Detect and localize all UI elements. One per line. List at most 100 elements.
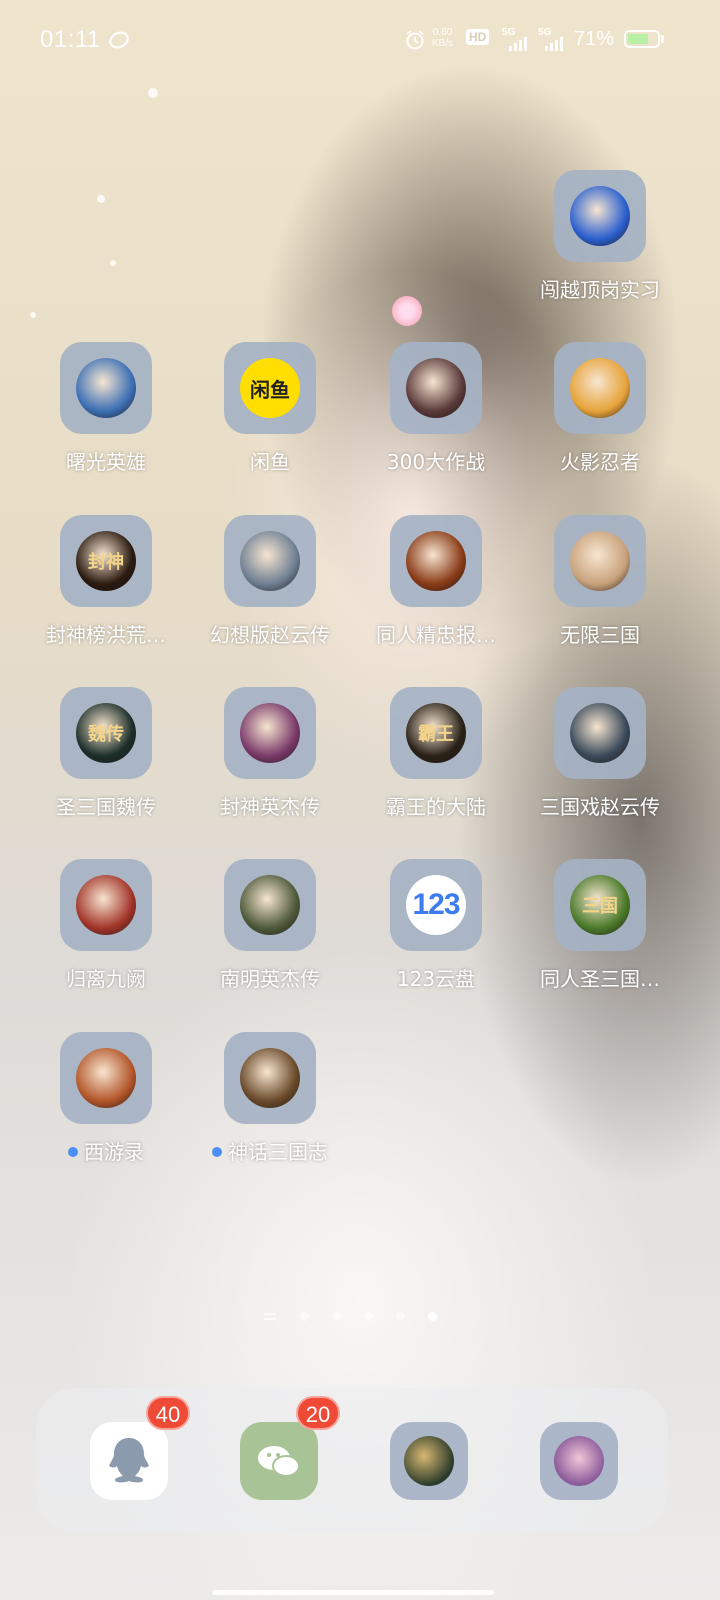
page-dot[interactable]: [300, 1312, 309, 1321]
app-label-text: 西游录: [84, 1140, 144, 1164]
app-label: 闯越顶岗实习: [524, 274, 676, 303]
app-icon[interactable]: 三国戏赵云传: [524, 687, 674, 837]
app-label-text: 霸王的大陆: [386, 795, 486, 819]
app-label: 神话三国志: [194, 1136, 346, 1165]
battery-level: [628, 34, 648, 44]
app-label-text: 闯越顶岗实习: [540, 278, 660, 302]
app-label: 封神英杰传: [194, 791, 346, 820]
app-tile[interactable]: [554, 687, 646, 779]
overlord-icon: 霸王: [406, 703, 466, 763]
home-indicator[interactable]: [212, 1590, 494, 1595]
app-tile[interactable]: [60, 859, 152, 951]
app-tile[interactable]: [390, 515, 482, 607]
app-tile[interactable]: [60, 1032, 152, 1124]
app-icon[interactable]: 西游录: [30, 1032, 180, 1182]
app-icon[interactable]: 封神英杰传: [194, 687, 344, 837]
app-tile[interactable]: [554, 515, 646, 607]
app-label-text: 圣三国魏传: [56, 795, 156, 819]
signal-icon: [545, 37, 563, 51]
cloud-disk-icon: 123: [406, 875, 466, 935]
app-tile[interactable]: [224, 1032, 316, 1124]
app-tile[interactable]: [224, 687, 316, 779]
notification-badge: 40: [146, 1396, 190, 1430]
battery-percent: 71%: [574, 28, 615, 50]
ninja-icon: [570, 358, 630, 418]
app-tile[interactable]: [224, 515, 316, 607]
dock-app-game[interactable]: [390, 1422, 468, 1500]
app-icon[interactable]: 魏传 圣三国魏传: [30, 687, 180, 837]
clock: 01:11: [40, 26, 101, 53]
sanguo-icon: 三国: [570, 875, 630, 935]
app-icon[interactable]: 123 123云盘: [360, 859, 510, 1009]
anime-girl-icon: [554, 1436, 604, 1486]
fengshen-icon: 封神: [76, 531, 136, 591]
app-icon[interactable]: 闲鱼 闲鱼: [194, 342, 344, 492]
app-icon[interactable]: 幻想版赵云传: [194, 515, 344, 665]
page-dot[interactable]: [396, 1312, 405, 1321]
page-list-icon[interactable]: [264, 1313, 276, 1321]
wallpaper-sparkle: [148, 88, 158, 98]
scholar-icon: [240, 875, 300, 935]
app-icon[interactable]: 南明英杰传: [194, 859, 344, 1009]
app-icon[interactable]: 霸王 霸王的大陆: [360, 687, 510, 837]
app-label: 南明英杰传: [194, 963, 346, 992]
app-tile[interactable]: 三国: [554, 859, 646, 951]
app-tile[interactable]: [60, 342, 152, 434]
battle-heroes-icon: [406, 358, 466, 418]
app-label-text: 闲鱼: [250, 450, 290, 474]
app-label: 霸王的大陆: [360, 791, 512, 820]
app-label: 123云盘: [360, 963, 512, 992]
app-label-text: 神话三国志: [228, 1140, 328, 1164]
app-tile[interactable]: 魏传: [60, 687, 152, 779]
xianyu-icon: 闲鱼: [240, 358, 300, 418]
app-icon[interactable]: 三国同人圣三国…: [524, 859, 674, 1009]
page-dot[interactable]: [332, 1312, 341, 1321]
app-tile[interactable]: 霸王: [390, 687, 482, 779]
app-tile[interactable]: 123: [390, 859, 482, 951]
app-label-text: 幻想版赵云传: [210, 623, 330, 647]
signal-icon: [509, 37, 527, 51]
app-label: 幻想版赵云传: [194, 619, 346, 648]
wallpaper-sparkle: [110, 260, 116, 266]
app-icon[interactable]: 300大作战: [360, 342, 510, 492]
network-speed: 0.60 KB/s: [432, 27, 453, 49]
app-icon[interactable]: 封神封神榜洪荒…: [30, 515, 180, 665]
app-icon[interactable]: 闯越顶岗实习: [524, 170, 674, 320]
app-tile[interactable]: [554, 342, 646, 434]
zhaoyun-icon: [240, 531, 300, 591]
app-tile[interactable]: [554, 170, 646, 262]
app-icon[interactable]: 无限三国: [524, 515, 674, 665]
app-label: 火影忍者: [524, 446, 676, 475]
app-tile[interactable]: 闲鱼: [224, 342, 316, 434]
app-tile[interactable]: 封神: [60, 515, 152, 607]
app-icon[interactable]: 火影忍者: [524, 342, 674, 492]
dock-app-wechat[interactable]: 20: [240, 1396, 340, 1500]
app-icon[interactable]: 归离九阙: [30, 859, 180, 1009]
app-label: 300大作战: [360, 446, 512, 475]
app-label: 无限三国: [524, 619, 676, 648]
app-icon[interactable]: 曙光英雄: [30, 342, 180, 492]
app-icon[interactable]: 同人精忠报…: [360, 515, 510, 665]
app-label-text: 同人精忠报…: [376, 623, 496, 647]
app-tile[interactable]: [224, 859, 316, 951]
app-label-text: 封神榜洪荒…: [46, 623, 166, 647]
dock-app-qq[interactable]: 40: [90, 1396, 190, 1500]
heroine-icon: [240, 703, 300, 763]
app-tile[interactable]: [390, 342, 482, 434]
page-dot[interactable]: [364, 1312, 373, 1321]
app-label-text: 三国戏赵云传: [540, 795, 660, 819]
app-label-text: 300大作战: [386, 450, 486, 474]
app-label: 封神榜洪荒…: [30, 619, 182, 648]
wei-icon: 魏传: [76, 703, 136, 763]
hd-voice-icon: HD: [466, 29, 490, 45]
wallpaper-sparkle: [30, 312, 36, 318]
app-label: 曙光英雄: [30, 446, 182, 475]
page-dot[interactable]: [428, 1312, 437, 1321]
new-install-dot: [68, 1146, 78, 1157]
dock: 40 20: [36, 1388, 668, 1532]
app-icon[interactable]: 神话三国志: [194, 1032, 344, 1182]
app-label-text: 同人圣三国…: [540, 967, 660, 991]
dock-app-anime[interactable]: [540, 1422, 618, 1500]
horseman-icon: [406, 531, 466, 591]
app-label-text: 封神英杰传: [220, 795, 320, 819]
